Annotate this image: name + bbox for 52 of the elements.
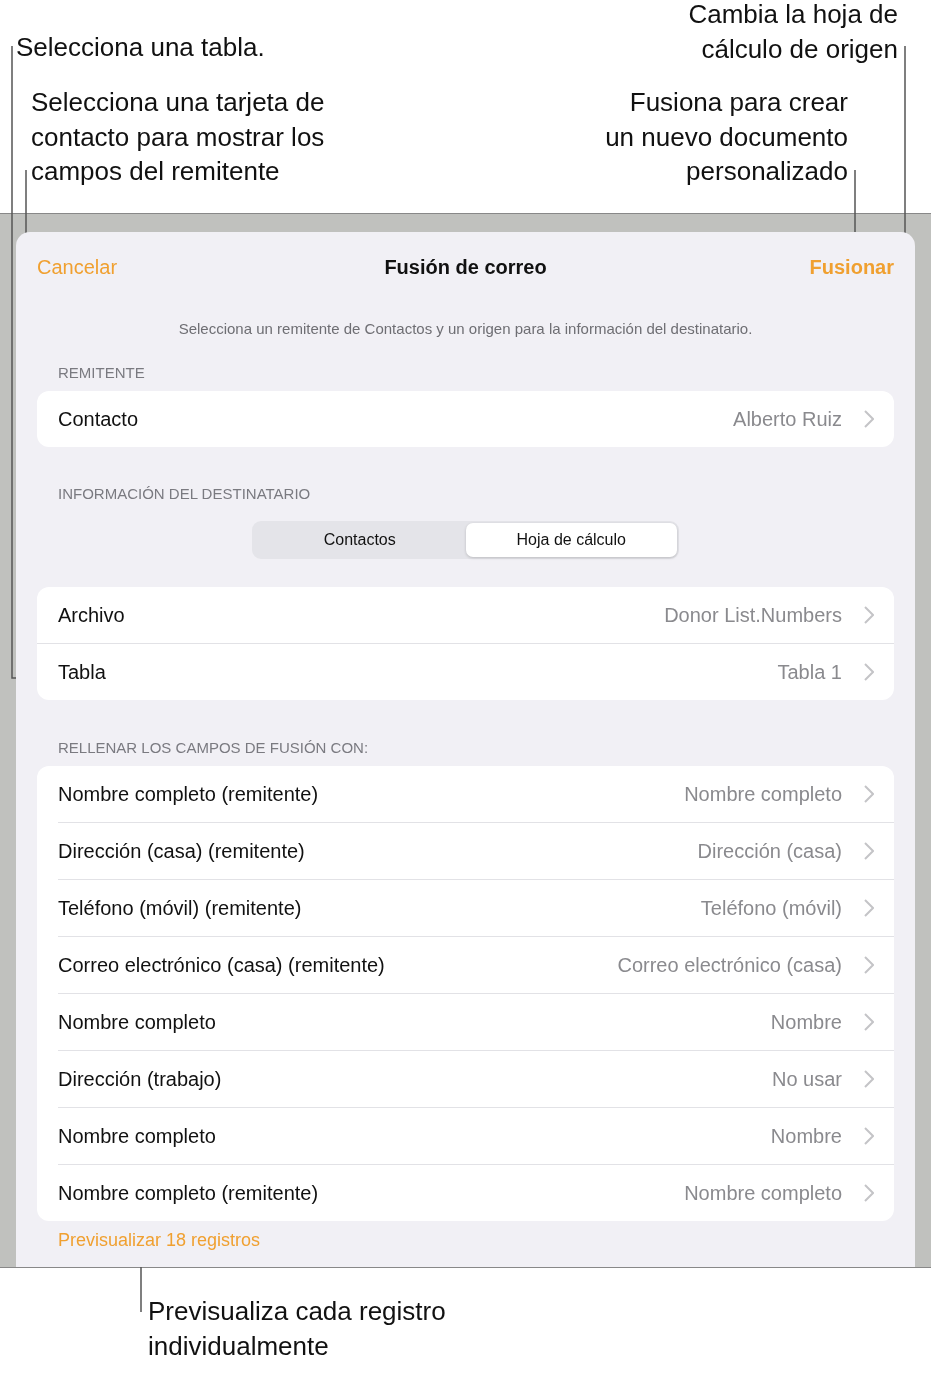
chevron-icon <box>864 606 874 624</box>
row-value: Tabla 1 <box>777 660 842 684</box>
row-value: Nombre <box>770 1010 842 1034</box>
section-header: INFORMACIÓN DEL DESTINATARIO <box>58 485 312 502</box>
list-row[interactable]: Dirección (trabajo) No usar <box>58 1051 894 1108</box>
row-label: Nombre completo <box>58 1124 217 1148</box>
row-value: Dirección (casa) <box>697 839 842 863</box>
chevron-icon <box>864 785 874 803</box>
row-label: Correo electrónico (casa) (remitente) <box>58 953 386 977</box>
sheet-title: Fusión de correo <box>384 255 547 278</box>
description-text: Selecciona un remitente de Contactos y un origen para la información del destinatario. <box>177 320 754 337</box>
segment-tab[interactable]: Hoja de cálculo <box>465 523 677 557</box>
row-label: Archivo <box>58 603 126 627</box>
row-value: Nombre completo <box>684 782 842 806</box>
chevron-icon <box>864 956 874 974</box>
row-value: Correo electrónico (casa) <box>617 953 842 977</box>
row-label: Tabla <box>58 660 107 684</box>
row-value: Nombre completo <box>684 1181 842 1205</box>
list-row[interactable]: Tabla Tabla 1 <box>37 644 894 700</box>
callout-text: Selecciona una tabla. <box>16 31 265 64</box>
chevron-icon <box>864 1184 874 1202</box>
chevron-icon <box>864 842 874 860</box>
list-row[interactable]: Contacto Alberto Ruiz <box>37 391 894 447</box>
section-header: RELLENAR LOS CAMPOS DE FUSIÓN CON: <box>58 739 370 756</box>
chevron-icon <box>864 663 874 681</box>
list-row[interactable]: Archivo Donor List.Numbers <box>37 587 894 644</box>
row-label: Nombre completo (remitente) <box>58 1181 320 1205</box>
row-value: Nombre <box>770 1124 842 1148</box>
section-header: REMITENTE <box>58 364 146 381</box>
chevron-icon <box>864 1070 874 1088</box>
callout-text: Previsualiza cada registro individualmente <box>148 1295 446 1363</box>
row-label: Dirección (casa) (remitente) <box>58 839 306 863</box>
chevron-icon <box>864 1013 874 1031</box>
row-label: Nombre completo (remitente) <box>58 782 320 806</box>
list-row[interactable]: Correo electrónico (casa) (remitente) Correo electrónico (casa) <box>58 937 894 994</box>
row-value: No usar <box>771 1067 842 1091</box>
segment-tab[interactable]: Contactos <box>254 523 466 557</box>
row-label: Contacto <box>58 407 140 431</box>
chevron-icon <box>864 1127 874 1145</box>
list-row[interactable]: Teléfono (móvil) (remitente) Teléfono (móvil) <box>58 880 894 937</box>
row-label: Nombre completo <box>58 1010 217 1034</box>
row-label: Teléfono (móvil) (remitente) <box>58 896 303 920</box>
list-row[interactable]: Nombre completo (remitente) Nombre completo <box>58 1165 894 1221</box>
list-row[interactable]: Dirección (casa) (remitente) Dirección (casa) <box>58 823 894 880</box>
chevron-icon <box>864 899 874 917</box>
list-row[interactable]: Nombre completo Nombre <box>58 1108 894 1165</box>
row-value: Donor List.Numbers <box>664 603 842 627</box>
list-row[interactable]: Nombre completo Nombre <box>58 994 894 1051</box>
row-value: Teléfono (móvil) <box>700 896 842 920</box>
list-row[interactable]: Nombre completo (remitente) Nombre completo <box>58 766 894 823</box>
row-label: Dirección (trabajo) <box>58 1067 223 1091</box>
callout-text: Selecciona una tarjeta de contacto para mostrar los campos del remitente <box>31 86 325 188</box>
